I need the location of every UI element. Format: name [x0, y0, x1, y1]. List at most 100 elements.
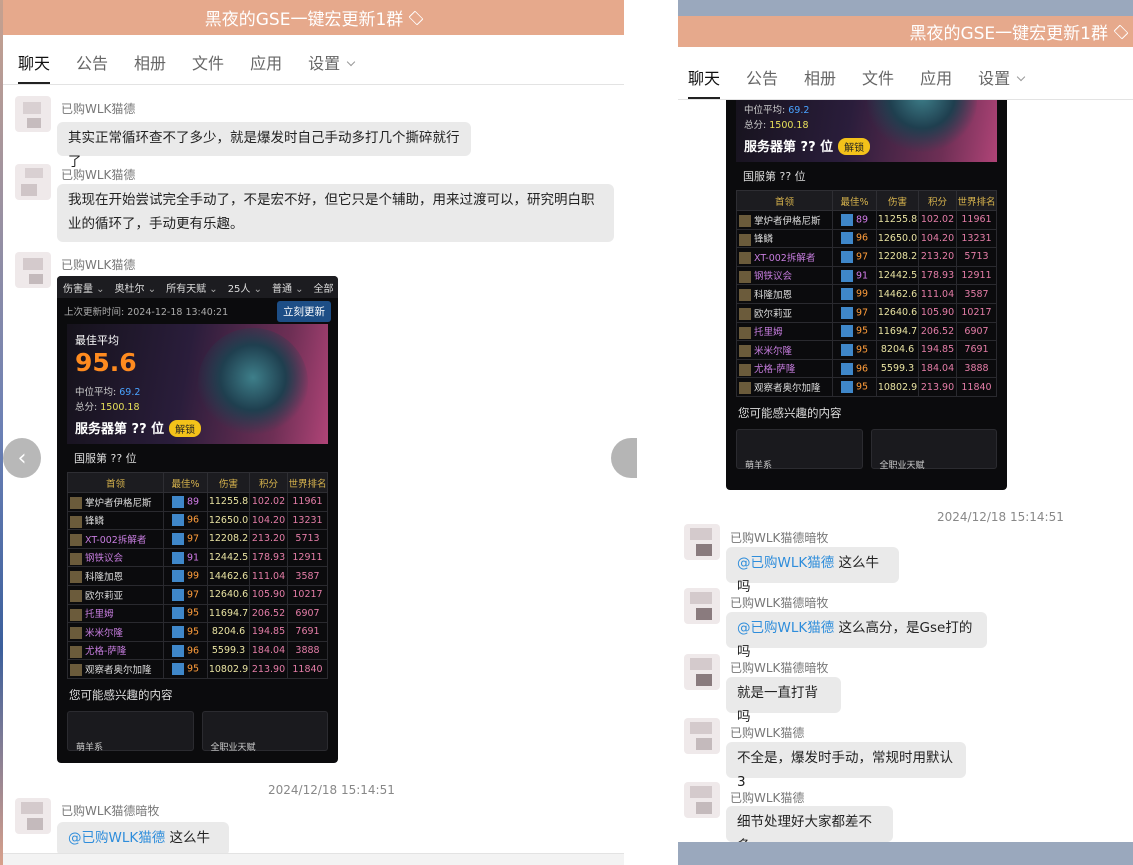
world-rank: 11961	[287, 492, 328, 512]
tab-chat[interactable]: 聊天	[688, 65, 721, 99]
tab-settings[interactable]: 设置	[978, 65, 1026, 99]
chat-history[interactable]: 已购WLK猫德 其实正常循环查不了多少，就是爆发时自己手动多打几个撕碎就行了 已…	[3, 86, 624, 865]
message-bubble[interactable]: @已购WLK猫德 这么高分，是Gse打的吗	[726, 612, 987, 660]
spec-icon	[171, 551, 184, 564]
world-rank: 6907	[287, 603, 328, 624]
damage: 8204.6	[876, 340, 919, 360]
chat-history[interactable]: 伤害量 奥杜尔 所有天赋 25人 普通 全部 上次更新时间: 2024-12-1…	[678, 100, 1133, 842]
spec-icon	[840, 213, 853, 226]
points: 213.90	[249, 659, 288, 679]
score-hero: 最佳平均 95.6 中位平均: 69.2 总分: 1500.18 服务器第 ??…	[736, 100, 997, 162]
world-rank: 13231	[287, 510, 328, 531]
boss-icon	[70, 515, 82, 528]
col-world-rank: 世界排名	[287, 472, 328, 493]
points: 213.20	[918, 247, 957, 267]
spec-icon	[840, 232, 853, 245]
server-rank: 服务器第 ?? 位解锁	[75, 418, 202, 437]
tab-settings-label: 设置	[978, 69, 1011, 88]
points: 111.04	[249, 566, 288, 586]
message-bubble[interactable]: 细节处理好大家都差不多	[726, 806, 893, 842]
interest-card: 萌羊系	[67, 710, 194, 753]
avatar[interactable]	[684, 782, 720, 818]
boss-row: 科隆加恩 99 14462.6 111.04 3587	[736, 284, 997, 304]
message-bubble[interactable]: @已购WLK猫德 这么牛吗	[726, 547, 899, 595]
boss-table: 首领 最佳% 伤害 积分 世界排名 掌炉者伊格尼斯 89 11255.8 102.0…	[736, 190, 997, 397]
boss-name: 米米尔隆	[754, 345, 793, 357]
boss-name: 掌炉者伊格尼斯	[754, 215, 821, 227]
avatar[interactable]	[684, 718, 720, 754]
avatar[interactable]	[15, 252, 51, 288]
tab-chat[interactable]: 聊天	[18, 50, 51, 84]
boss-name: 科隆加恩	[85, 571, 124, 583]
prev-image-button[interactable]: ‹	[3, 438, 41, 478]
damage: 12640.6	[207, 584, 250, 605]
damage: 11255.8	[876, 210, 919, 230]
best-pct: 99	[186, 570, 200, 582]
best-pct: 95	[855, 325, 869, 337]
spec-icon	[840, 362, 853, 375]
tab-album[interactable]: 相册	[134, 50, 166, 84]
world-rank: 3587	[956, 284, 997, 304]
boss-row: 米米尔隆 95 8204.6 194.85 7691	[736, 340, 997, 360]
mention-link[interactable]: @已购WLK猫德	[737, 555, 834, 571]
damage: 5599.3	[207, 640, 250, 661]
screenshot-image[interactable]: 伤害量 奥杜尔 所有天赋 25人 普通 全部 上次更新时间: 2024-12-1…	[726, 100, 1007, 490]
boss-name: 尤格-萨隆	[85, 646, 127, 658]
boss-row: 锋鳞 96 12650.0 104.20 13231	[67, 510, 328, 531]
boss-icon	[70, 590, 82, 603]
avatar[interactable]	[15, 164, 51, 200]
edit-icon[interactable]	[1113, 24, 1129, 39]
interest-cards: 萌羊系 全职业天赋	[67, 710, 328, 753]
tab-announcement[interactable]: 公告	[76, 50, 108, 84]
col-world-rank: 世界排名	[956, 190, 997, 211]
damage: 12442.5	[876, 265, 919, 286]
boss-name: 米米尔隆	[85, 627, 124, 639]
boss-row: 掌炉者伊格尼斯 89 11255.8 102.02 11961	[67, 492, 328, 512]
edit-icon[interactable]	[408, 10, 424, 25]
mention-link[interactable]: @已购WLK猫德	[68, 830, 165, 846]
tab-files[interactable]: 文件	[192, 50, 224, 84]
title-bar: 黑夜的GSE一键宏更新1群	[678, 16, 1133, 47]
avatar[interactable]	[684, 524, 720, 560]
boss-icon	[70, 664, 82, 677]
points: 104.20	[249, 510, 288, 531]
sender-name: 已购WLK猫德	[61, 168, 136, 182]
world-rank: 11961	[956, 210, 997, 230]
interest-card: 全职业天赋	[870, 428, 997, 471]
message-bubble[interactable]: 其实正常循环查不了多少，就是爆发时自己手动多打几个撕碎就行了	[57, 122, 471, 170]
world-rank: 7691	[287, 622, 328, 642]
screenshot-image[interactable]: 伤害量 奥杜尔 所有天赋 25人 普通 全部 上次更新时间: 2024-12-1…	[57, 276, 338, 763]
tab-announcement[interactable]: 公告	[746, 65, 778, 99]
spec-icon	[840, 250, 853, 263]
message-bubble[interactable]: 我现在开始尝试完全手动了，不是宏不好，但它只是个辅助，用来过渡可以，研究明白职业…	[57, 184, 614, 242]
spec-icon	[171, 514, 184, 527]
points: 178.93	[918, 265, 957, 286]
best-pct: 97	[186, 533, 200, 545]
character-art-icon	[198, 328, 308, 438]
message-bubble[interactable]: 不全是，爆发时手动，常规时用默认3	[726, 742, 966, 790]
spec-icon	[840, 306, 853, 319]
filter-raid: 奥杜尔	[115, 280, 157, 295]
tab-apps[interactable]: 应用	[920, 65, 952, 99]
sender-name: 已购WLK猫德暗牧	[730, 531, 829, 545]
world-rank: 11840	[287, 659, 328, 679]
best-pct: 96	[855, 363, 869, 375]
tab-apps[interactable]: 应用	[250, 50, 282, 84]
mention-link[interactable]: @已购WLK猫德	[737, 620, 834, 636]
message-bubble[interactable]: @已购WLK猫德 这么牛吗	[57, 822, 229, 865]
avatar[interactable]	[684, 588, 720, 624]
tab-album[interactable]: 相册	[804, 65, 836, 99]
spec-icon	[840, 269, 853, 282]
tab-files[interactable]: 文件	[862, 65, 894, 99]
best-pct: 96	[186, 514, 200, 526]
tab-settings[interactable]: 设置	[308, 50, 356, 84]
update-now-button: 立刻更新	[277, 300, 331, 322]
spec-icon	[171, 532, 184, 545]
avatar[interactable]	[684, 654, 720, 690]
sender-name: 已购WLK猫德暗牧	[730, 596, 829, 610]
boss-table: 首领 最佳% 伤害 积分 世界排名 掌炉者伊格尼斯 89 11255.8 102.0…	[67, 472, 328, 679]
avatar[interactable]	[15, 96, 51, 132]
avatar[interactable]	[15, 798, 51, 834]
message-bubble[interactable]: 就是一直打背吗	[726, 677, 841, 725]
points: 111.04	[918, 284, 957, 304]
